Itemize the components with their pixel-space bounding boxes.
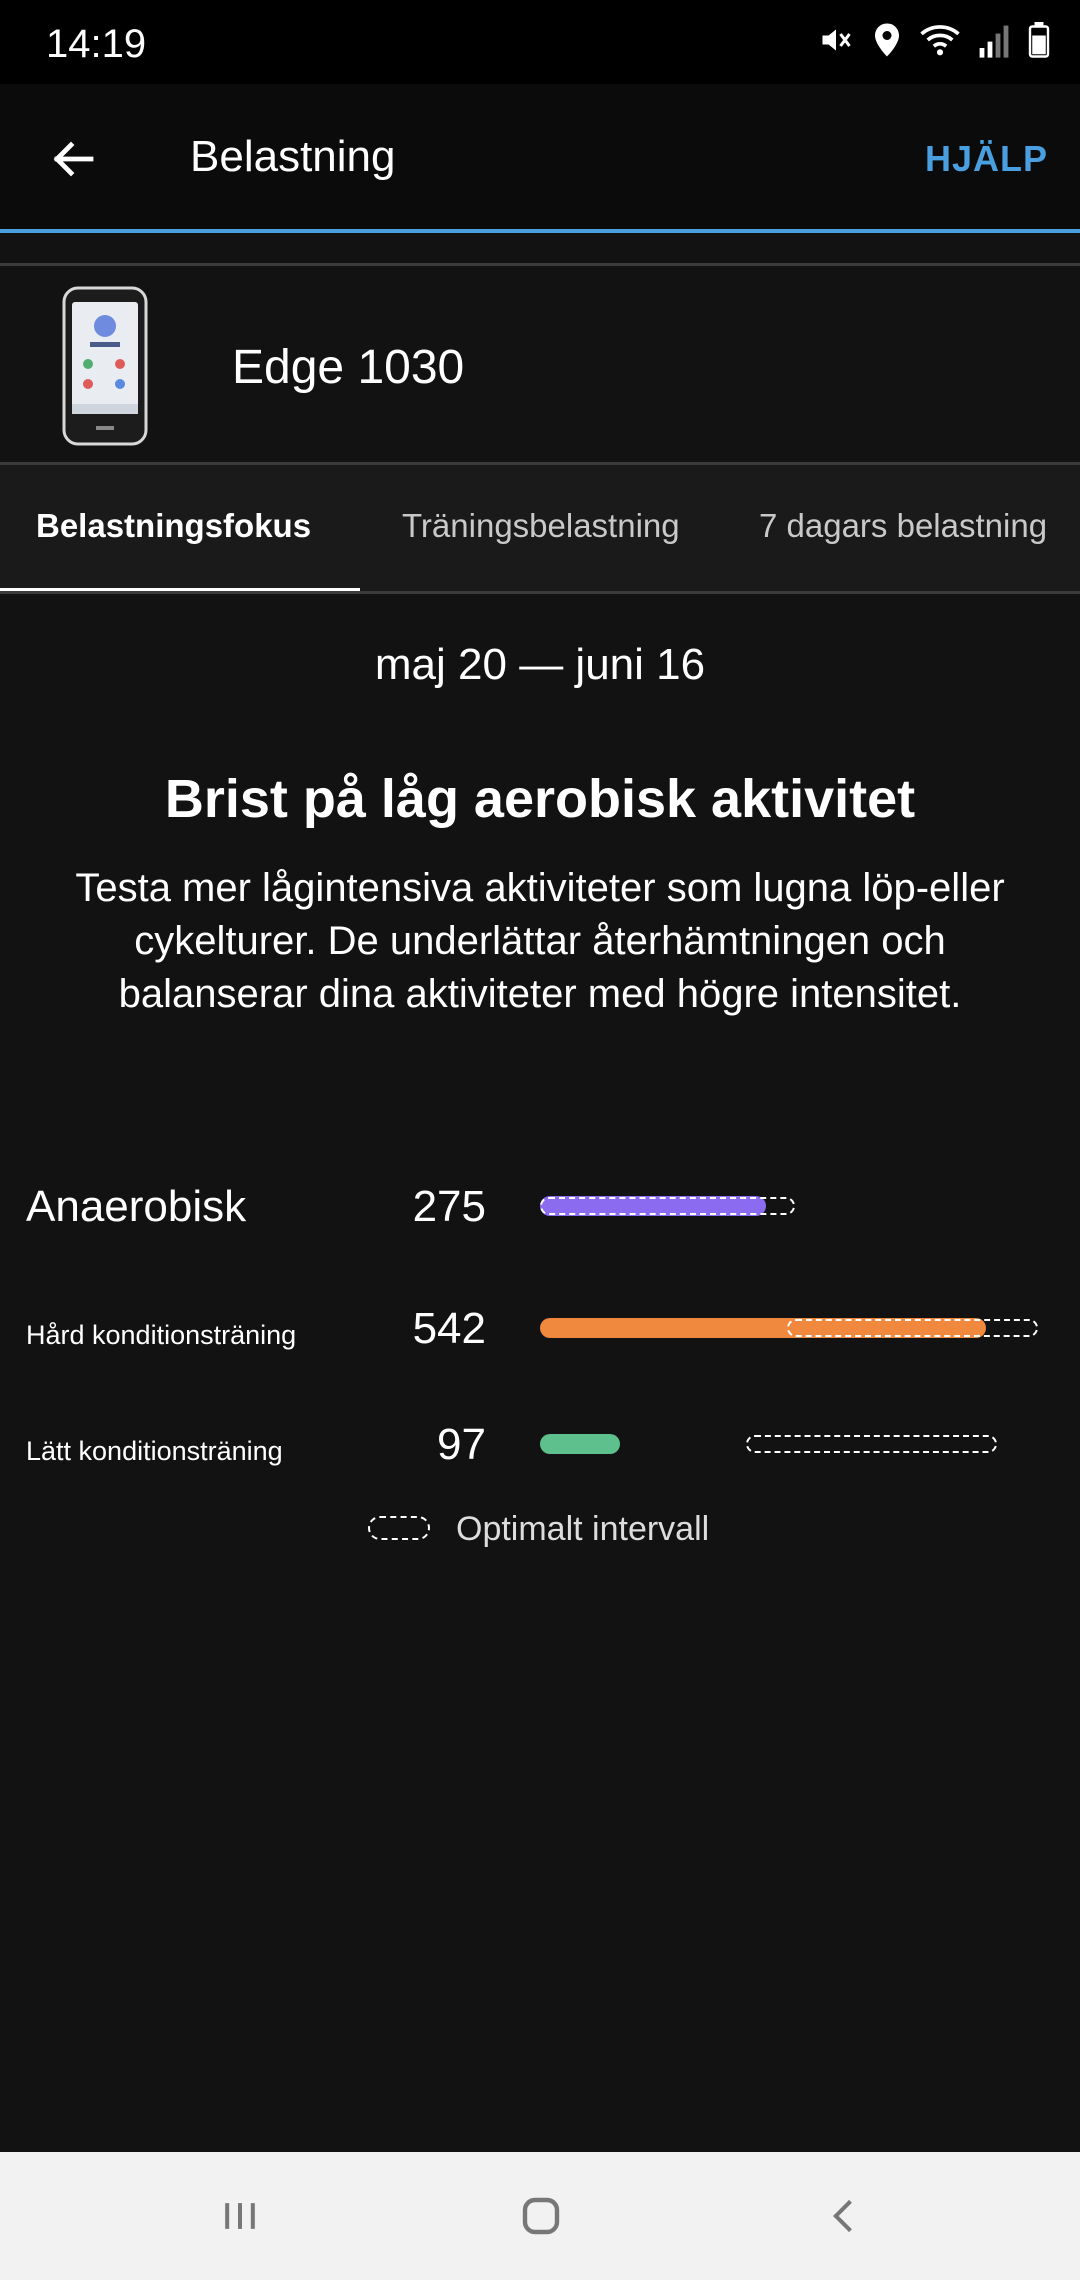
wifi-icon xyxy=(920,25,960,56)
bar-row-anaerobisk: Anaerobisk 275 xyxy=(0,1182,1080,1252)
device-edge-icon xyxy=(62,286,148,446)
battery-icon xyxy=(1028,22,1050,58)
recent-apps-icon xyxy=(225,2203,255,2229)
device-name: Edge 1030 xyxy=(232,341,465,394)
load-focus-headline: Brist på låg aerobisk aktivitet xyxy=(164,769,916,829)
home-button[interactable] xyxy=(506,2186,576,2246)
bar-value: 97 xyxy=(437,1420,486,1469)
page-title: Belastning xyxy=(190,132,396,181)
legend-swatch xyxy=(368,1516,430,1540)
help-button[interactable]: HJÄLP xyxy=(925,138,1048,180)
tab-bar: Belastningsfokus Träningsbelastning 7 da… xyxy=(0,465,1080,592)
status-icons xyxy=(818,22,1050,58)
divider xyxy=(0,591,1080,594)
chart-legend: Optimalt intervall xyxy=(0,1510,1080,1550)
tab-belastningsfokus[interactable]: Belastningsfokus xyxy=(36,507,311,545)
bar-label: Lätt konditionsträning xyxy=(26,1436,283,1466)
header-accent-line xyxy=(0,229,1080,233)
bar-row-hard-kondition: Hård konditionsträning 542 xyxy=(0,1304,1080,1374)
legend-label: Optimalt intervall xyxy=(456,1510,710,1548)
bar-value: 275 xyxy=(412,1182,486,1231)
bar-value: 542 xyxy=(412,1304,486,1353)
optimal-range xyxy=(540,1197,795,1215)
bar-label: Hård konditionsträning xyxy=(26,1320,297,1350)
device-row[interactable]: Edge 1030 xyxy=(0,266,1080,462)
bar-row-latt-kondition: Lätt konditionsträning 97 xyxy=(0,1420,1080,1490)
home-icon xyxy=(522,2197,560,2235)
location-icon xyxy=(875,23,899,57)
tab-7-dagars-belastning[interactable]: 7 dagars belastning xyxy=(759,507,1047,545)
back-nav-button[interactable] xyxy=(810,2186,880,2246)
bar-label: Anaerobisk xyxy=(26,1182,247,1231)
back-button[interactable] xyxy=(38,124,108,194)
app-bar: Belastning HJÄLP xyxy=(0,84,1080,232)
status-bar: 14:19 xyxy=(0,0,1080,84)
status-time: 14:19 xyxy=(46,22,147,66)
signal-icon xyxy=(979,25,1009,58)
optimal-range xyxy=(786,1319,1038,1337)
load-focus-description: Testa mer lågintensiva aktiviteter som l… xyxy=(75,866,1005,1016)
mute-icon xyxy=(822,29,851,51)
optimal-range xyxy=(745,1435,997,1453)
date-range: maj 20 — juni 16 xyxy=(374,640,706,689)
tab-traningsbelastning[interactable]: Träningsbelastning xyxy=(402,507,680,545)
back-icon xyxy=(832,2199,852,2233)
arrow-left-icon xyxy=(53,141,94,177)
bar-fill xyxy=(540,1434,620,1454)
system-nav-bar xyxy=(0,2152,1080,2280)
recent-apps-button[interactable] xyxy=(205,2186,275,2246)
